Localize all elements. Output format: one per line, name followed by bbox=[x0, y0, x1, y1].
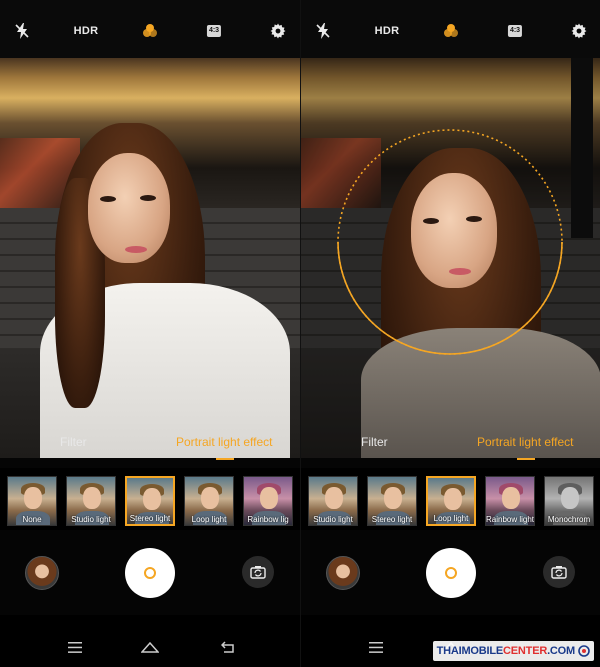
menu-icon[interactable] bbox=[369, 640, 383, 658]
color-filter-icon[interactable] bbox=[142, 23, 158, 39]
effect-thumb-rainbow-light[interactable]: Rainbow lig bbox=[243, 476, 293, 526]
menu-icon[interactable] bbox=[68, 640, 82, 658]
gear-icon[interactable] bbox=[270, 23, 286, 39]
flash-off-icon[interactable] bbox=[316, 23, 330, 39]
mode-tabs: Filter Portrait light effect bbox=[0, 430, 300, 460]
watermark-logo-icon bbox=[578, 645, 590, 657]
home-icon[interactable] bbox=[140, 640, 160, 658]
active-tab-indicator bbox=[517, 458, 535, 460]
effect-strip: None Studio light Stereo light Loop ligh… bbox=[0, 468, 300, 530]
aspect-ratio-button[interactable]: 4:3 bbox=[507, 25, 523, 37]
flash-off-icon[interactable] bbox=[15, 23, 29, 39]
site-watermark: THAIMOBILECENTER.COM bbox=[432, 641, 594, 661]
camera-screen-right: HDR 4:3 Filter Portrait light effect Stu… bbox=[300, 0, 600, 667]
effect-thumb-loop-light[interactable]: Loop light bbox=[184, 476, 234, 526]
effect-thumb-stereo-light[interactable]: Stereo light bbox=[125, 476, 175, 526]
light-effect-focus-ring[interactable] bbox=[301, 58, 600, 458]
shutter-ring-icon bbox=[445, 567, 457, 579]
camera-switch-icon bbox=[551, 566, 567, 579]
aspect-ratio-button[interactable]: 4:3 bbox=[206, 25, 222, 37]
gallery-thumbnail[interactable] bbox=[326, 556, 360, 590]
effect-thumb-studio-light[interactable]: Studio light bbox=[308, 476, 358, 526]
shutter-ring-icon bbox=[144, 567, 156, 579]
shutter-button[interactable] bbox=[426, 548, 476, 598]
hdr-toggle[interactable]: HDR bbox=[74, 25, 99, 37]
color-filter-icon[interactable] bbox=[443, 23, 459, 39]
effect-strip: Studio light Stereo light Loop light Rai… bbox=[301, 468, 600, 530]
effect-thumb-rainbow-light[interactable]: Rainbow light bbox=[485, 476, 535, 526]
tab-portrait-light-effect[interactable]: Portrait light effect bbox=[176, 430, 273, 454]
camera-viewfinder[interactable] bbox=[301, 58, 600, 458]
capture-controls bbox=[0, 530, 300, 615]
gallery-thumbnail[interactable] bbox=[25, 556, 59, 590]
camera-top-bar: HDR 4:3 bbox=[0, 0, 300, 58]
mode-tabs: Filter Portrait light effect bbox=[301, 430, 600, 460]
camera-viewfinder[interactable] bbox=[0, 58, 300, 458]
system-nav-bar bbox=[0, 615, 300, 667]
tab-filter[interactable]: Filter bbox=[361, 430, 388, 454]
hdr-toggle[interactable]: HDR bbox=[375, 25, 400, 37]
effect-thumb-stereo-light[interactable]: Stereo light bbox=[367, 476, 417, 526]
capture-controls bbox=[301, 530, 600, 615]
tab-filter[interactable]: Filter bbox=[60, 430, 87, 454]
effect-thumb-monochrome[interactable]: Monochrom bbox=[544, 476, 594, 526]
active-tab-indicator bbox=[216, 458, 234, 460]
camera-switch-icon bbox=[250, 566, 266, 579]
switch-camera-button[interactable] bbox=[543, 556, 575, 588]
tab-portrait-light-effect[interactable]: Portrait light effect bbox=[477, 430, 574, 454]
switch-camera-button[interactable] bbox=[242, 556, 274, 588]
shutter-button[interactable] bbox=[125, 548, 175, 598]
effect-thumb-studio-light[interactable]: Studio light bbox=[66, 476, 116, 526]
watermark-text: THAIMOBILECENTER.COM bbox=[436, 645, 576, 657]
camera-screen-left: HDR 4:3 Filter Portrait light effect Non… bbox=[0, 0, 300, 667]
back-icon[interactable] bbox=[220, 640, 235, 658]
portrait-subject bbox=[0, 58, 300, 458]
camera-top-bar: HDR 4:3 bbox=[301, 0, 600, 58]
effect-thumb-loop-light[interactable]: Loop light bbox=[426, 476, 476, 526]
effect-thumb-none[interactable]: None bbox=[7, 476, 57, 526]
gear-icon[interactable] bbox=[571, 23, 587, 39]
